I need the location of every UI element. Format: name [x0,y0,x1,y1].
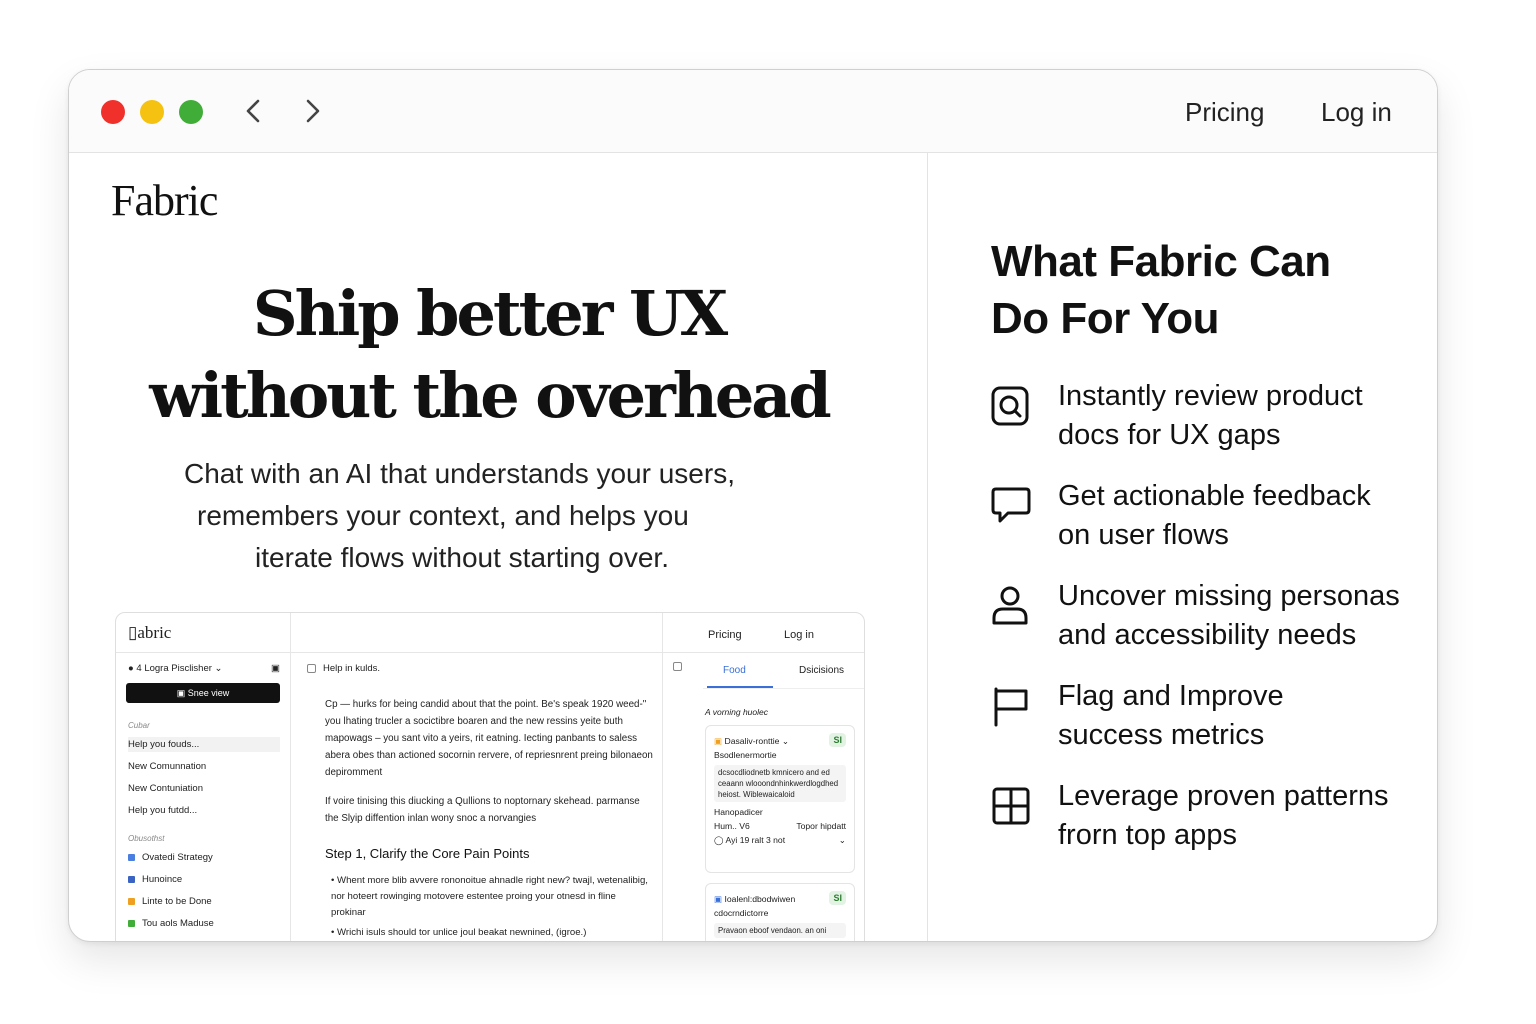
doc-icon [307,664,316,673]
preview-brand: ▯abric [128,623,172,642]
card-badge: SI [829,891,846,905]
close-window-button[interactable] [101,100,125,124]
card-subtitle: cdocrndictorre [714,908,769,918]
preview-message: Cp — hurks for being candid about that t… [325,699,653,778]
preview-chat-header: Help in kulds. [323,663,381,674]
preview-section-label: Cubar [128,721,150,730]
preview-sidebar: ● 4 Logra Pisclisher ⌄ ▣ ▣ Snee view Cub… [116,653,290,941]
preview-sidebar-item[interactable]: New Comunnation [128,759,280,774]
subtitle-line-2: remembers your context, and helps you [197,500,689,531]
card-title: ▣ Ioalenl:dbodwiwen [714,894,796,904]
preview-tab-decisions[interactable]: Dsicisions [799,665,844,676]
card-title: ▣ Dasaliv-ronttie ⌄ [714,736,790,746]
hero-line-2: without the overhead [149,359,832,432]
card-meta: Hum.. V6 Topor hipdatt [714,821,846,831]
preview-sidebar-item[interactable]: Tou aols Maduse [128,916,280,931]
preview-sidebar-item[interactable]: Hunoince [128,872,280,887]
preview-workspace-selector[interactable]: ● 4 Logra Pisclisher ⌄ ▣ [128,663,280,674]
preview-view-button[interactable]: ▣ Snee view [126,683,280,703]
preview-message: If voire tinising this diucking a Qullio… [325,796,640,824]
card-badge: SI [829,733,846,747]
maximize-window-button[interactable] [179,100,203,124]
hero-section: Fabric Ship better UX without the overhe… [69,153,927,941]
card-body: Pravaon eboof vendaon. an oni [714,923,846,938]
feature-text: Leverage proven patterns frorn top apps [1058,780,1389,851]
subtitle-line-1: Chat with an AI that understands your us… [184,458,735,489]
preview-bullet: • Wrichi isuls should tor unlice joul be… [331,927,587,938]
subtitle-line-3: iterate flows without starting over. [255,542,669,573]
preview-insight-card[interactable]: ▣ Ioalenl:dbodwiwen SI cdocrndictorre Pr… [705,883,855,941]
preview-hint: A vorning huolec [705,707,769,717]
minimize-window-button[interactable] [140,100,164,124]
app-preview: ▯abric Pricing Log in ● 4 Logra Pisclish… [115,612,865,941]
hero-line-1: Ship better UX [252,277,728,350]
preview-chat-panel: Help in kulds. Cp — hurks for being cand… [291,653,662,941]
feature-text: Flag and Improve success metrics [1058,680,1284,751]
search-doc-icon [991,386,1029,426]
preview-sidebar-item[interactable]: New Contuniation [128,781,280,796]
nav-login-link[interactable]: Log in [1321,97,1392,128]
preview-sidebar-item[interactable]: Help you fouds... [128,737,280,752]
features-title: What Fabric Can Do For You [991,237,1331,343]
feature-text: Uncover missing personas and accessibili… [1058,580,1400,651]
preview-pricing-link[interactable]: Pricing [708,629,742,641]
nav-pricing-link[interactable]: Pricing [1185,97,1264,128]
brand-logo[interactable]: Fabric [111,175,218,226]
grid-icon [992,787,1030,825]
card-body: dcsocdliodnetb kmnicero and ed ceaann wl… [714,765,846,802]
preview-login-link[interactable]: Log in [784,629,814,641]
forward-arrow-icon[interactable] [297,96,327,126]
preview-sidebar-item[interactable]: Help you futdd... [128,803,280,818]
back-arrow-icon[interactable] [239,96,269,126]
preview-sidebar-item[interactable]: Ovatedi Strategy [128,850,280,865]
feature-text: Instantly review product docs for UX gap… [1058,380,1363,451]
preview-bullet: • Whent more blib avvere rononoitue ahna… [331,875,648,918]
preview-step-heading: Step 1, Clarify the Core Pain Points [325,846,530,861]
title-bar: Pricing Log in [69,70,1437,153]
hero-headline: Ship better UX without the overhead [139,273,839,437]
person-icon [992,586,1028,625]
preview-top-bar: ▯abric Pricing Log in [116,613,864,653]
tab-divider [703,688,864,689]
hero-subtitle: Chat with an AI that understands your us… [169,453,809,579]
browser-window: Pricing Log in Fabric Ship better UX wit… [68,69,1438,942]
chat-bubble-icon [991,487,1031,523]
card-footer: ◯ Ayi 19 ralt 3 not ⌄ [714,835,846,845]
panel-icon [673,662,682,671]
features-panel: What Fabric Can Do For You Instantly rev… [928,153,1437,941]
flag-icon [994,687,1028,727]
card-label: Hanopadicer [714,807,763,817]
preview-section-label: Obusothst [128,834,165,843]
preview-right-panel: Food Dsicisions A vorning huolec ▣ Dasal… [663,653,864,941]
card-subtitle: Bsodlenermortie [714,750,777,760]
preview-insight-card[interactable]: ▣ Dasaliv-ronttie ⌄ SI Bsodlenermortie d… [705,725,855,873]
preview-sidebar-item[interactable]: Linte to be Done [128,894,280,909]
feature-text: Get actionable feedback on user flows [1058,480,1371,551]
preview-tab-food[interactable]: Food [723,665,746,676]
